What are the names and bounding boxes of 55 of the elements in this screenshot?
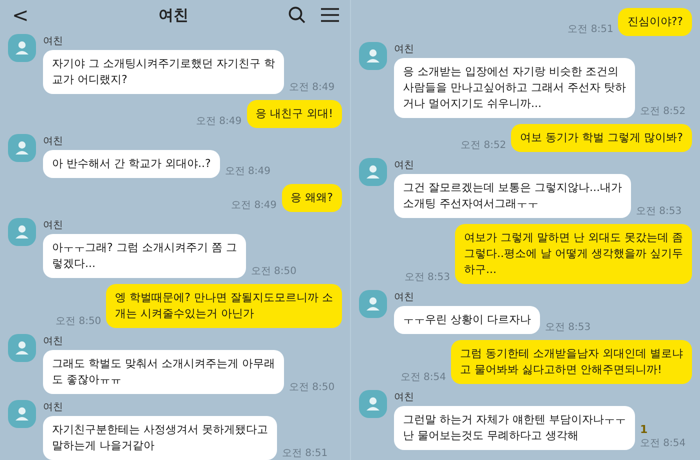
message-time: 오전 8:49: [196, 115, 242, 128]
message-bubble: 엥 학벌때문에? 만나면 잘될지도모르니까 소 개는 시켜줄수있는거 아닌가: [106, 284, 342, 328]
message-time: 오전 8:53: [545, 321, 591, 334]
avatar-icon[interactable]: [8, 400, 36, 428]
sender-name: 여친: [43, 335, 63, 348]
message-time: 오전 8:49: [231, 199, 277, 212]
sender-name: 여친: [43, 135, 63, 148]
message-bubble: 여보 동기가 학벌 그렇게 많이봐?: [511, 124, 692, 152]
sender-name: 여친: [43, 401, 63, 414]
message-time: 오전 8:50: [250, 265, 296, 278]
message-bubble: 그건 잘모르겠는데 보통은 그렇지않나...내가 소개팅 주선자여서그래ㅜㅜ: [394, 174, 631, 218]
message-time: 오전 8:52: [460, 139, 506, 152]
message-bubble: ㅜㅜ우린 상황이 다르자나: [394, 306, 540, 334]
menu-icon[interactable]: [320, 7, 340, 23]
message-time: 오전 8:50: [289, 381, 335, 394]
message-time: 오전 8:53: [404, 271, 450, 284]
sender-name: 여친: [43, 35, 63, 48]
avatar-icon[interactable]: [8, 218, 36, 246]
message-time: 오전 8:52: [640, 105, 686, 118]
avatar-icon[interactable]: [8, 134, 36, 162]
avatar-icon[interactable]: [359, 390, 387, 418]
sender-name: 여친: [394, 391, 414, 404]
avatar-icon[interactable]: [359, 42, 387, 70]
message-bubble: 아 반수해서 간 학교가 외대야..?: [43, 150, 220, 178]
sender-name: 여친: [394, 43, 414, 56]
message-time: 오전 8:51: [282, 447, 328, 460]
message-bubble: 응 소개받는 입장에선 자기랑 비슷한 조건의 사람들을 만나고싶어하고 그래서 주선자 탓하 거나 멀어지기도 쉬우니까...: [394, 58, 635, 118]
message-bubble: 응 내친구 외대!: [246, 100, 342, 128]
unread-count: 1: [640, 423, 648, 436]
message-time: 오전 8:51: [568, 23, 614, 36]
message-bubble: 자기친구분한테는 사정생겨서 못하게됐다고 말하는게 나을거같아: [43, 416, 277, 460]
message-time: 오전 8:49: [289, 81, 335, 94]
sender-name: 여친: [43, 219, 63, 232]
message-bubble: 자기야 그 소개팅시켜주기로했던 자기친구 학 교가 어디랬지?: [43, 50, 284, 94]
message-time: 오전 8:53: [636, 205, 682, 218]
message-time: 오전 8:54: [400, 371, 446, 384]
message-bubble: 여보가 그렇게 말하면 난 외대도 못갔는데 좀 그렇다..평소에 날 어떻게 생각했을까 싶기두 하구...: [455, 224, 692, 284]
message-time: 오전 8:50: [56, 315, 102, 328]
avatar-icon[interactable]: [8, 34, 36, 62]
message-time: 오전 8:49: [224, 165, 270, 178]
message-bubble: 그럼 동기한테 소개받을남자 외대인데 별로냐 고 물어봐봐 싫다고하면 안해주면되니까!: [451, 340, 692, 384]
message-bubble: 응 왜왜?: [282, 184, 342, 212]
message-bubble: 아ㅜㅜ그래? 그럼 소개시켜주기 쫌 그 렇겠다...: [43, 234, 246, 278]
avatar-icon[interactable]: [8, 334, 36, 362]
message-bubble: 그런말 하는거 자체가 얘한텐 부담이자나ㅜㅜ 난 물어보는것도 무례하다고 생각해: [394, 406, 635, 450]
chat-title: 여친: [157, 6, 190, 24]
search-icon[interactable]: [288, 6, 306, 24]
message-bubble: 그래도 학벌도 맞춰서 소개시켜주는게 아무래 도 좋잖아ㅠㅠ: [43, 350, 284, 394]
avatar-icon[interactable]: [359, 158, 387, 186]
avatar-icon[interactable]: [359, 290, 387, 318]
sender-name: 여친: [394, 159, 414, 172]
back-button[interactable]: <: [12, 3, 29, 27]
sender-name: 여친: [394, 291, 414, 304]
message-time: 오전 8:54: [640, 437, 686, 450]
message-bubble: 진심이야??: [618, 8, 692, 36]
